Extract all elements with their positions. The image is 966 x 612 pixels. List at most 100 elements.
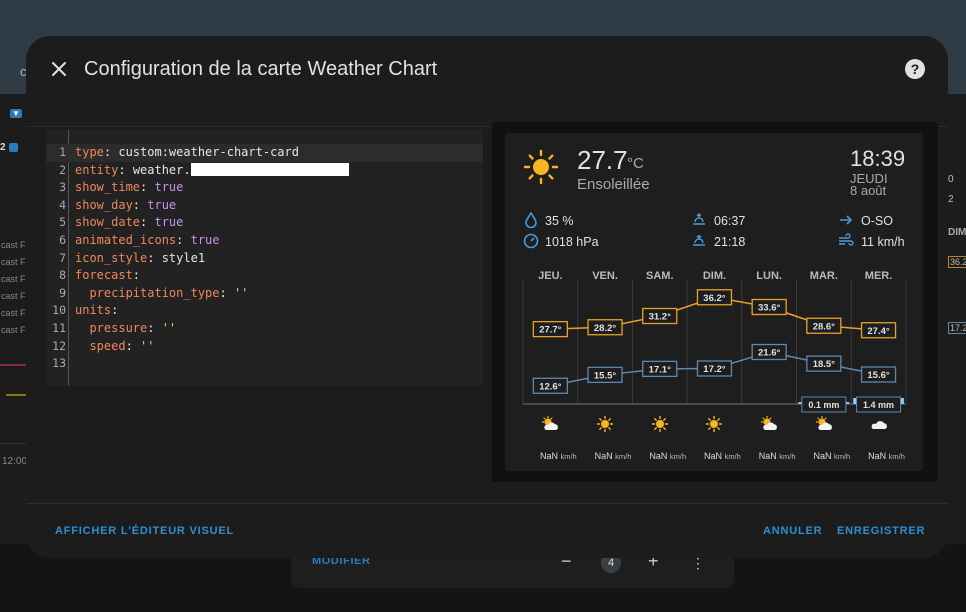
line-number: 2 — [59, 162, 66, 177]
dialog-title: Configuration de la carte Weather Chart — [84, 58, 438, 80]
code-text: speed: '' — [75, 338, 155, 353]
forecast-wind-label: NaN km/h — [749, 451, 805, 461]
code-line[interactable]: 9 precipitation_type: '' — [46, 285, 483, 303]
code-text: entity: weather. — [75, 162, 349, 180]
yaml-code-editor[interactable]: 1 type: custom:weather-chart-card 2 entity:… — [46, 130, 483, 386]
partly-cloudy-icon — [815, 416, 832, 430]
background-time-label: 12:00 — [2, 456, 28, 467]
yaml-key: units — [75, 303, 112, 318]
save-button[interactable]: ENREGISTRER — [837, 525, 925, 537]
background-right-panel: 0 2 DIM 36.2 17.2 — [946, 94, 966, 544]
code-line[interactable]: 3 show_time: true — [46, 179, 483, 197]
low-temperature-label: 17.2° — [703, 364, 725, 375]
help-button[interactable]: ? — [905, 59, 925, 79]
partly-cloudy-icon — [761, 416, 778, 430]
forecast-wind-label: NaN km/h — [640, 451, 696, 461]
code-text: pressure: '' — [75, 321, 177, 335]
low-temperature-label: 15.5° — [594, 370, 616, 381]
yaml-value: weather. — [132, 162, 191, 177]
wind-unit: km/h — [888, 452, 905, 461]
yaml-value: '' — [233, 285, 249, 300]
yaml-key: show_date — [75, 215, 141, 230]
cancel-button[interactable]: ANNULER — [763, 525, 822, 537]
code-line[interactable]: 8 forecast: — [46, 267, 483, 285]
code-line[interactable]: 7 icon_style: style1 — [46, 250, 483, 268]
wind-value: NaN — [539, 451, 561, 461]
code-line[interactable]: 5 show_date: true — [46, 214, 483, 232]
line-number: 10 — [52, 303, 66, 318]
yaml-value: '' — [161, 321, 177, 335]
low-temperature-label: 21.6° — [758, 348, 780, 359]
low-temperature-label: 15.6° — [867, 370, 889, 381]
precipitation-label: 1.4 mm — [863, 400, 894, 410]
yaml-value: true — [154, 180, 184, 195]
code-text: show_date: true — [75, 215, 184, 230]
line-number: 13 — [52, 356, 66, 371]
forecast-wind-label: NaN km/h — [804, 451, 860, 461]
sunny-icon — [651, 416, 668, 432]
line-number: 12 — [52, 338, 66, 353]
yaml-value: '' — [140, 338, 155, 353]
code-text: type: custom:weather-chart-card — [75, 145, 299, 159]
line-number: 1 — [59, 145, 66, 159]
forecast-wind-label: NaN km/h — [530, 451, 586, 461]
line-number: 6 — [59, 233, 66, 247]
code-text: show_day: true — [75, 197, 177, 212]
yaml-value: true — [154, 215, 184, 230]
yaml-key: pressure — [75, 321, 148, 335]
line-number: 3 — [59, 180, 66, 195]
background-right-item: DIM — [948, 227, 966, 238]
footer-divider — [26, 503, 948, 504]
yaml-key: type — [75, 145, 104, 159]
code-line[interactable]: 4 show_day: true — [46, 197, 483, 215]
code-line[interactable]: 10 units: — [46, 302, 483, 320]
code-text: animated_icons: true — [75, 233, 220, 247]
filter-icon: ▼ — [10, 109, 22, 118]
code-line[interactable]: 13 — [46, 355, 483, 373]
line-number: 4 — [59, 197, 66, 212]
low-temperature-label: 18.5° — [813, 359, 835, 370]
yaml-key: show_time — [75, 180, 141, 195]
wind-unit: km/h — [724, 452, 741, 461]
code-text: show_time: true — [75, 180, 184, 195]
code-line[interactable]: 1 type: custom:weather-chart-card — [46, 144, 483, 162]
code-text: forecast: — [75, 268, 141, 283]
show-visual-editor-button[interactable]: AFFICHER L'ÉDITEUR VISUEL — [55, 525, 234, 537]
forecast-wind-label: NaN km/h — [859, 451, 915, 461]
high-temperature-label: 28.6° — [813, 321, 835, 332]
yaml-key: icon_style — [75, 250, 148, 265]
high-temperature-label: 28.2° — [594, 323, 616, 334]
wind-value: NaN — [594, 451, 616, 461]
yaml-value: true — [147, 197, 177, 212]
redacted-entity — [190, 162, 349, 176]
yaml-key: precipitation_type — [75, 285, 220, 300]
yaml-key: show_day — [75, 197, 133, 212]
high-temperature-label: 27.7° — [539, 325, 561, 336]
close-button[interactable] — [48, 58, 70, 80]
code-line[interactable]: 6 animated_icons: true — [46, 232, 483, 250]
wind-unit: km/h — [560, 452, 577, 461]
wind-value: NaN — [868, 451, 889, 461]
code-line[interactable]: 2 entity: weather. — [46, 162, 483, 180]
background-right-item: 0 — [948, 174, 954, 185]
code-text: precipitation_type: '' — [75, 285, 249, 300]
high-temperature-label: 33.6° — [758, 303, 780, 314]
code-line[interactable]: 11 pressure: '' — [46, 320, 483, 338]
low-temperature-label: 17.1° — [649, 364, 671, 375]
line-number: 5 — [59, 215, 66, 230]
wind-value: NaN — [813, 451, 834, 461]
wind-unit: km/h — [779, 452, 796, 461]
high-temperature-label: 36.2° — [703, 293, 725, 304]
card-preview: 27.7 °C Ensoleillée 18:39 JEUDI 8 août 3… — [492, 122, 938, 482]
sunny-icon — [596, 416, 614, 432]
line-number: 8 — [59, 268, 66, 283]
yaml-key: animated_icons — [75, 233, 177, 247]
forecast-wind-label: NaN km/h — [694, 451, 750, 461]
partly-cloudy-icon — [542, 416, 559, 430]
background-right-item: 17.2 — [948, 322, 966, 334]
sunny-icon — [706, 416, 723, 432]
line-number: 9 — [59, 285, 66, 300]
forecast-wind-label: NaN km/h — [585, 451, 641, 461]
code-line[interactable]: 12 speed: '' — [46, 338, 483, 356]
background-right-item: 36.2 — [948, 256, 966, 268]
